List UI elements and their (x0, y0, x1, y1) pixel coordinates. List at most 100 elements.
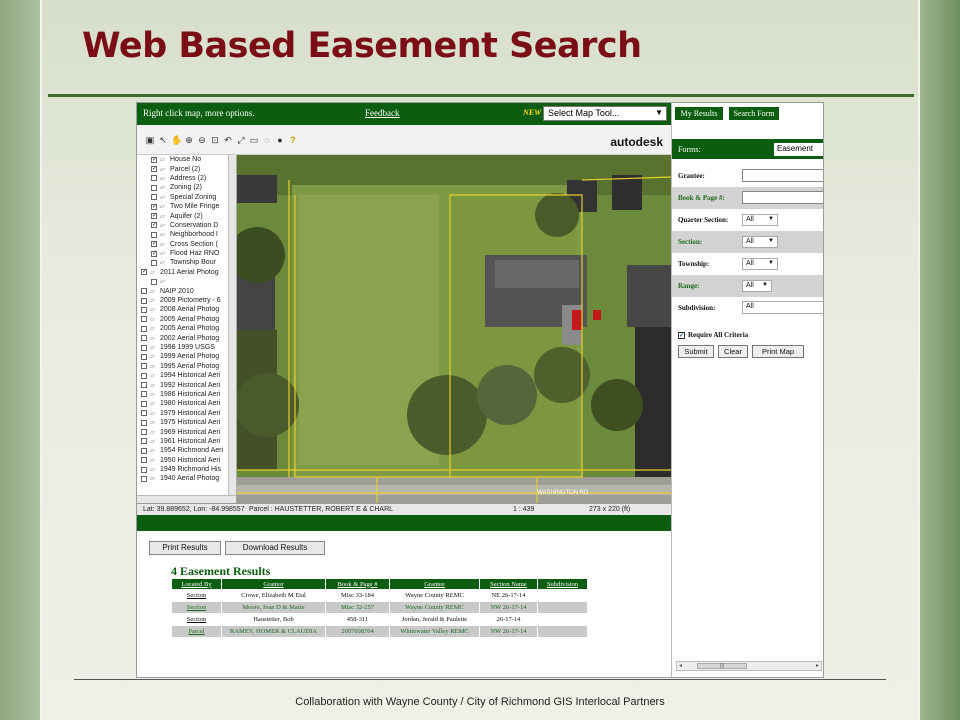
print-icon[interactable]: ▣ (145, 135, 155, 145)
layer-list-scrollbar[interactable] (228, 155, 236, 495)
layer-item[interactable]: ▱ 1994 Historical Aeri (137, 371, 236, 380)
layer-checkbox[interactable] (141, 457, 147, 464)
layer-checkbox[interactable] (141, 335, 147, 342)
print-map-button[interactable]: Print Map (752, 345, 804, 358)
layer-item[interactable]: ▱ Neighborhood I (137, 230, 236, 239)
pointer-icon[interactable]: ↖ (158, 135, 168, 145)
layer-checkbox[interactable]: ✓ (151, 203, 157, 210)
layer-checkbox[interactable]: ✓ (151, 241, 157, 248)
layer-checkbox[interactable] (151, 278, 157, 285)
feedback-link[interactable]: Feedback (365, 108, 399, 118)
layer-item[interactable]: ▱ (137, 277, 236, 286)
layer-item[interactable]: ▱ 2002 Aerial Photog (137, 333, 236, 342)
layer-checkbox[interactable]: ✓ (151, 156, 157, 163)
layer-item[interactable]: ▱ 1975 Historical Aeri (137, 418, 236, 427)
layer-checkbox[interactable] (141, 447, 147, 454)
layer-checkbox[interactable] (141, 316, 147, 323)
scroll-right-icon[interactable]: ▸ (816, 662, 819, 669)
scrollbar-thumb[interactable]: ||| (697, 663, 747, 669)
layer-item[interactable]: ▱ Township Bour (137, 258, 236, 267)
submit-button[interactable]: Submit (678, 345, 714, 358)
zoom-window-icon[interactable]: ⊡ (210, 135, 220, 145)
column-header[interactable]: Section Name (479, 578, 538, 590)
layer-item[interactable]: ▱ 1999 Aerial Photog (137, 352, 236, 361)
require-all-checkbox[interactable]: ✓ (678, 331, 685, 339)
panel-hscrollbar[interactable]: ◂ ||| ▸ (676, 661, 822, 671)
range-select[interactable]: All ▼ (742, 280, 772, 292)
layer-checkbox[interactable] (141, 400, 147, 407)
layer-checkbox[interactable]: ✓ (151, 250, 157, 257)
layer-item[interactable]: ▱ 1986 Historical Aeri (137, 390, 236, 399)
layer-item[interactable]: ✓ ▱ Parcel (2) (137, 164, 236, 173)
layer-item[interactable]: ✓ ▱ Cross Section ( (137, 240, 236, 249)
layer-item[interactable]: ▱ 2005 Aerial Photog (137, 324, 236, 333)
layer-checkbox[interactable] (141, 372, 147, 379)
column-header[interactable]: Grantor (221, 578, 326, 590)
layer-item[interactable]: ✓ ▱ 2011 Aerial Photog (137, 268, 236, 277)
layer-checkbox[interactable]: ✓ (151, 166, 157, 173)
layer-checkbox[interactable] (151, 184, 157, 191)
layer-item[interactable]: ✓ ▱ Two Mile Fringe (137, 202, 236, 211)
located-by-link[interactable]: Section (171, 613, 222, 626)
column-header[interactable]: Located By (171, 578, 222, 590)
layer-checkbox[interactable] (141, 475, 147, 482)
layer-item[interactable]: ▱ Special Zoning (137, 193, 236, 202)
layer-checkbox[interactable] (141, 438, 147, 445)
located-by-link[interactable]: Parcel (171, 625, 222, 638)
layer-checkbox[interactable]: ✓ (151, 213, 157, 220)
layer-item[interactable]: ▱ 1995 Aerial Photog (137, 362, 236, 371)
layer-checkbox[interactable] (141, 306, 147, 313)
layer-item[interactable]: ▱ 2009 Pictometry - 6 (137, 296, 236, 305)
layer-item[interactable]: ▱ 1961 Historical Aeri (137, 437, 236, 446)
scroll-left-icon[interactable]: ◂ (679, 662, 682, 669)
layer-checkbox[interactable] (141, 353, 147, 360)
refresh-icon[interactable]: ● (275, 135, 285, 145)
layer-checkbox[interactable]: ✓ (151, 222, 157, 229)
layer-checkbox[interactable] (141, 419, 147, 426)
layer-checkbox[interactable] (141, 363, 147, 370)
layer-item[interactable]: ▱ 2005 Aerial Photog (137, 315, 236, 324)
layer-checkbox[interactable] (141, 325, 147, 332)
layer-checkbox[interactable] (151, 231, 157, 238)
layer-checkbox[interactable] (141, 429, 147, 436)
layer-item[interactable]: ✓ ▱ House No (137, 155, 236, 164)
layer-checkbox[interactable] (151, 175, 157, 182)
layer-checkbox[interactable] (141, 382, 147, 389)
forms-select[interactable]: Easement (774, 143, 823, 156)
layer-item[interactable]: ▱ NAIP 2010 (137, 286, 236, 295)
clear-button[interactable]: Clear (718, 345, 748, 358)
zoom-previous-icon[interactable]: ↶ (223, 135, 233, 145)
layer-item[interactable]: ✓ ▱ Aquifer (2) (137, 211, 236, 220)
column-header[interactable]: Book & Page # (325, 578, 390, 590)
layer-item[interactable]: ▱ Zoning (2) (137, 183, 236, 192)
located-by-link[interactable]: Section (171, 589, 222, 602)
layer-item[interactable]: ▱ 1954 Richmond Aeri (137, 446, 236, 455)
zoom-extents-icon[interactable]: ⤢ (236, 135, 246, 145)
layer-item[interactable]: ▱ 1979 Historical Aeri (137, 409, 236, 418)
layer-checkbox[interactable] (141, 344, 147, 351)
column-header[interactable]: Subdivision (537, 578, 588, 590)
layer-checkbox[interactable] (141, 297, 147, 304)
layer-item[interactable]: ▱ 2008 Aerial Photog (137, 305, 236, 314)
select-icon[interactable]: ▭ (249, 135, 259, 145)
section-select[interactable]: All ▼ (742, 236, 778, 248)
layer-item[interactable]: ▱ 1992 Historical Aeri (137, 380, 236, 389)
clear-selection-icon[interactable]: ◌ (262, 135, 272, 145)
zoom-in-icon[interactable]: ⊕ (184, 135, 194, 145)
layer-item[interactable]: ▱ 1940 Aerial Photog (137, 474, 236, 483)
help-icon[interactable]: ? (288, 135, 298, 145)
township-select[interactable]: All ▼ (742, 258, 778, 270)
layer-item[interactable]: ▱ 1980 Historical Aeri (137, 399, 236, 408)
map-tool-select[interactable]: Select Map Tool... ▼ (543, 106, 667, 121)
print-results-button[interactable]: Print Results (149, 541, 221, 555)
pan-icon[interactable]: ✋ (171, 135, 182, 145)
layer-checkbox[interactable]: ✓ (141, 269, 147, 276)
require-all-criteria[interactable]: ✓ Require All Criteria (678, 331, 748, 339)
layer-checkbox[interactable] (141, 288, 147, 295)
located-by-link[interactable]: Section (171, 601, 222, 614)
layer-item[interactable]: ✓ ▱ Conservation D (137, 221, 236, 230)
zoom-out-icon[interactable]: ⊖ (197, 135, 207, 145)
layer-item[interactable]: ▱ 1949 Richmond His (137, 465, 236, 474)
book-page-input[interactable] (742, 191, 823, 204)
grantee-input[interactable] (742, 169, 823, 182)
